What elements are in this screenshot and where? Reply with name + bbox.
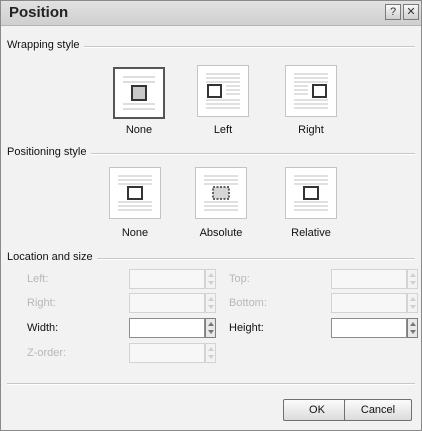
wrap-none-option[interactable] bbox=[113, 67, 165, 119]
wrap-left-icon bbox=[206, 73, 240, 109]
location-size-heading: Location and size bbox=[7, 251, 97, 263]
pos-none-label: None bbox=[121, 227, 149, 239]
position-dialog: Position ? ✕ Wrapping style None Left Ri… bbox=[0, 0, 422, 431]
bottom-label: Bottom: bbox=[229, 297, 267, 309]
wrap-right-option[interactable] bbox=[285, 65, 337, 117]
spin-up-icon bbox=[208, 322, 214, 326]
wrap-left-option[interactable] bbox=[197, 65, 249, 117]
pos-relative-label: Relative bbox=[291, 227, 331, 239]
top-label: Top: bbox=[229, 273, 250, 285]
title-bar: Position ? ✕ bbox=[1, 1, 421, 26]
spin-up-icon bbox=[410, 297, 416, 301]
spin-down-icon bbox=[208, 305, 214, 309]
left-label: Left: bbox=[27, 273, 49, 285]
wrap-right-icon bbox=[294, 73, 328, 109]
pos-relative-icon bbox=[294, 175, 328, 211]
left-field[interactable] bbox=[129, 269, 205, 289]
right-spinner[interactable] bbox=[205, 293, 216, 313]
spin-up-icon bbox=[410, 322, 416, 326]
width-spinner[interactable] bbox=[205, 318, 216, 338]
top-field[interactable] bbox=[331, 269, 407, 289]
spin-down-icon bbox=[208, 355, 214, 359]
dialog-title: Position bbox=[9, 4, 69, 21]
zorder-label: Z-order: bbox=[27, 347, 67, 359]
wrap-none-icon bbox=[123, 76, 155, 110]
spin-down-icon bbox=[410, 281, 416, 285]
bottom-field[interactable] bbox=[331, 293, 407, 313]
spin-down-icon bbox=[410, 305, 416, 309]
height-spinner[interactable] bbox=[407, 318, 418, 338]
pos-absolute-icon bbox=[204, 175, 238, 211]
pos-none-option[interactable] bbox=[109, 167, 161, 219]
height-label: Height: bbox=[229, 322, 264, 334]
spin-up-icon bbox=[208, 347, 214, 351]
spin-up-icon bbox=[208, 297, 214, 301]
right-label: Right: bbox=[27, 297, 56, 309]
help-button[interactable]: ? bbox=[385, 4, 401, 20]
zorder-spinner[interactable] bbox=[205, 343, 216, 363]
spin-up-icon bbox=[208, 273, 214, 277]
pos-none-icon bbox=[118, 175, 152, 211]
zorder-field[interactable] bbox=[129, 343, 205, 363]
wrap-right-label: Right bbox=[298, 124, 324, 136]
pos-absolute-label: Absolute bbox=[199, 227, 243, 239]
spin-up-icon bbox=[410, 273, 416, 277]
width-label: Width: bbox=[27, 322, 59, 334]
positioning-style-heading: Positioning style bbox=[7, 146, 91, 158]
spin-down-icon bbox=[208, 281, 214, 285]
top-spinner[interactable] bbox=[407, 269, 418, 289]
pos-absolute-option[interactable] bbox=[195, 167, 247, 219]
left-spinner[interactable] bbox=[205, 269, 216, 289]
cancel-button[interactable]: Cancel bbox=[344, 399, 412, 421]
width-field[interactable] bbox=[129, 318, 205, 338]
close-button[interactable]: ✕ bbox=[403, 4, 419, 20]
ok-button[interactable]: OK bbox=[283, 399, 351, 421]
bottom-spinner[interactable] bbox=[407, 293, 418, 313]
wrap-none-label: None bbox=[125, 124, 153, 136]
pos-relative-option[interactable] bbox=[285, 167, 337, 219]
height-field[interactable] bbox=[331, 318, 407, 338]
spin-down-icon bbox=[410, 330, 416, 334]
bottom-separator bbox=[7, 383, 415, 385]
right-field[interactable] bbox=[129, 293, 205, 313]
wrapping-style-heading: Wrapping style bbox=[7, 39, 84, 51]
wrap-left-label: Left bbox=[213, 124, 233, 136]
spin-down-icon bbox=[208, 330, 214, 334]
